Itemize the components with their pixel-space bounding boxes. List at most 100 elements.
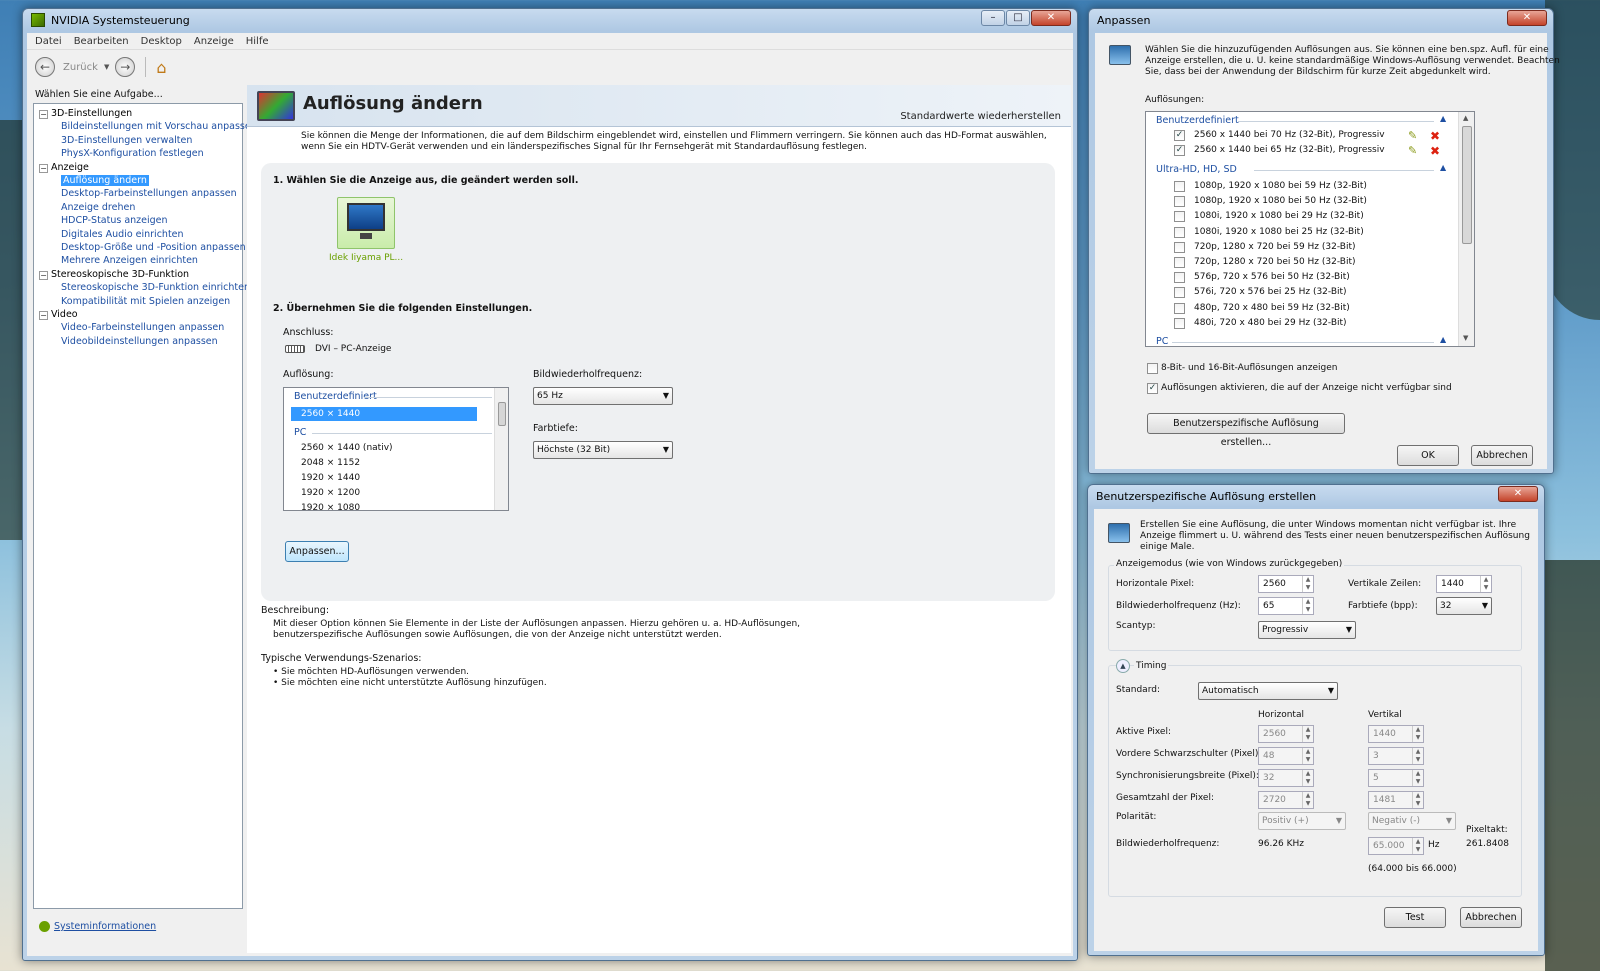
depth-select[interactable]: 32 ▼ — [1436, 597, 1492, 615]
tree-expander-icon[interactable]: − — [39, 270, 48, 280]
hpix-input[interactable]: 2560 ▲ ▼ — [1258, 575, 1314, 593]
refresh-select[interactable]: 65 Hz ▼ — [533, 387, 673, 405]
tree-task-link[interactable]: Auflösung ändern — [61, 175, 149, 186]
freq-v-input[interactable]: 65.000 ▲ ▼ — [1368, 837, 1424, 855]
spin-arrows-icon[interactable]: ▲ ▼ — [1412, 770, 1423, 786]
resolution-item-label[interactable]: 720p, 1280 x 720 bei 59 Hz (32-Bit) — [1194, 242, 1356, 252]
res-item[interactable]: 1920 × 1080 — [301, 503, 360, 510]
minimize-button[interactable]: – — [981, 10, 1005, 26]
spin-arrows-icon[interactable]: ▲ ▼ — [1302, 598, 1313, 614]
timing-collapse-icon[interactable]: ▲ — [1116, 659, 1130, 673]
spin-arrows-icon[interactable]: ▲ ▼ — [1302, 726, 1313, 742]
timing-vertical-input[interactable]: 1481 ▲ ▼ — [1368, 791, 1424, 809]
spin-arrows-icon[interactable]: ▲ ▼ — [1302, 748, 1313, 764]
res-item[interactable]: 2560 × 1440 (nativ) — [301, 443, 393, 453]
spin-arrows-icon[interactable]: ▲ ▼ — [1412, 838, 1423, 854]
resolution-item-label[interactable]: 1080i, 1920 x 1080 bei 29 Hz (32-Bit) — [1194, 211, 1364, 221]
tree-task-link[interactable]: Mehrere Anzeigen einrichten — [61, 255, 198, 266]
menu-bearbeiten[interactable]: Bearbeiten — [74, 36, 129, 47]
show-8bit-label[interactable]: 8-Bit- und 16-Bit-Auflösungen anzeigen — [1161, 363, 1337, 373]
res-item[interactable]: 1920 × 1440 — [301, 473, 360, 483]
close-button[interactable]: ✕ — [1498, 486, 1538, 502]
timing-horizontal-input[interactable]: 2720 ▲ ▼ — [1258, 791, 1314, 809]
checklist-scrollbar[interactable]: ▲ ▼ — [1458, 112, 1474, 346]
maximize-button[interactable]: □ — [1006, 10, 1030, 26]
tree-expander-icon[interactable]: − — [39, 163, 48, 173]
enable-unavailable-checkbox[interactable]: ✓ — [1147, 383, 1158, 394]
timing-vertical-input[interactable]: 5 ▲ ▼ — [1368, 769, 1424, 787]
resolution-list[interactable]: Benutzerdefiniert 2560 × 1440 PC 2560 × … — [283, 387, 509, 511]
scroll-down-icon[interactable]: ▼ — [1463, 334, 1468, 342]
spin-arrows-icon[interactable]: ▲ ▼ — [1302, 792, 1313, 808]
tree-category[interactable]: 3D-Einstellungen — [51, 108, 132, 119]
tree-category[interactable]: Stereoskopische 3D-Funktion — [51, 269, 189, 280]
delete-x-icon[interactable]: ✖ — [1430, 144, 1440, 158]
tree-task-link[interactable]: Video-Farbeinstellungen anpassen — [61, 322, 224, 333]
custom-titlebar[interactable]: Benutzerspezifische Auflösung erstellen … — [1088, 485, 1544, 507]
tree-task-link[interactable]: Stereoskopische 3D-Funktion einrichten — [61, 282, 250, 293]
enable-unavailable-label[interactable]: Auflösungen aktivieren, die auf der Anze… — [1161, 383, 1452, 393]
resolution-item-label[interactable]: 1080p, 1920 x 1080 bei 59 Hz (32-Bit) — [1194, 181, 1367, 191]
sysinfo-label[interactable]: Systeminformationen — [54, 921, 156, 932]
tree-category[interactable]: Video — [51, 309, 78, 320]
spin-arrows-icon[interactable]: ▲ ▼ — [1412, 726, 1423, 742]
resolution-item-label[interactable]: 576p, 720 x 576 bei 50 Hz (32-Bit) — [1194, 272, 1350, 282]
menu-hilfe[interactable]: Hilfe — [246, 36, 269, 47]
resolution-checkbox[interactable]: ✓ — [1174, 130, 1185, 141]
spin-arrows-icon[interactable]: ▲ ▼ — [1480, 576, 1491, 592]
close-button[interactable]: ✕ — [1031, 10, 1071, 26]
close-button[interactable]: ✕ — [1507, 10, 1547, 26]
res-item[interactable]: 1920 × 1200 — [301, 488, 360, 498]
restore-defaults-link[interactable]: Standardwerte wiederherstellen — [900, 111, 1061, 122]
tree-task-link[interactable]: 3D-Einstellungen verwalten — [61, 135, 192, 146]
back-dropdown-icon[interactable]: ▼ — [104, 63, 109, 71]
resolution-item-label[interactable]: 1080p, 1920 x 1080 bei 50 Hz (32-Bit) — [1194, 196, 1367, 206]
ok-button[interactable]: OK — [1397, 445, 1459, 466]
nvidia-titlebar[interactable]: NVIDIA Systemsteuerung – □ ✕ — [23, 9, 1077, 31]
collapse-icon[interactable]: ▲ — [1440, 114, 1446, 123]
collapse-icon[interactable]: ▲ — [1440, 163, 1446, 172]
resolution-checkbox[interactable] — [1174, 317, 1185, 329]
resolution-item-label[interactable]: 2560 x 1440 bei 70 Hz (32-Bit), Progress… — [1194, 130, 1385, 140]
show-8bit-checkbox[interactable] — [1147, 363, 1158, 374]
back-arrow-icon[interactable]: ← — [35, 57, 55, 77]
resolution-checkbox[interactable] — [1174, 211, 1185, 223]
back-label[interactable]: Zurück — [63, 62, 98, 73]
menu-desktop[interactable]: Desktop — [141, 36, 182, 47]
tree-task-link[interactable]: Desktop-Farbeinstellungen anpassen — [61, 188, 237, 199]
polarity-h-select[interactable]: Positiv (+) ▼ — [1258, 812, 1346, 830]
tree-task-link[interactable]: PhysX-Konfiguration festlegen — [61, 148, 204, 159]
tree-task-link[interactable]: Anzeige drehen — [61, 202, 135, 213]
timing-vertical-input[interactable]: 3 ▲ ▼ — [1368, 747, 1424, 765]
resolution-checkbox[interactable] — [1174, 257, 1185, 268]
display-name[interactable]: Idek Iiyama PL... — [329, 253, 403, 263]
create-custom-button[interactable]: Benutzerspezifische Auflösung erstellen.… — [1147, 413, 1345, 448]
resolution-item-label[interactable]: 576i, 720 x 576 bei 25 Hz (32-Bit) — [1194, 287, 1347, 297]
resolution-checklist[interactable]: Benutzerdefiniert ▲ ✓ 2560 x 1440 bei 70 … — [1145, 111, 1475, 347]
timing-horizontal-input[interactable]: 48 ▲ ▼ — [1258, 747, 1314, 765]
resolution-checkbox[interactable] — [1174, 241, 1185, 253]
tree-task-link[interactable]: Bildeinstellungen mit Vorschau anpassen — [61, 121, 257, 132]
resolution-checkbox[interactable] — [1174, 226, 1185, 238]
tree-category[interactable]: Anzeige — [51, 162, 89, 173]
display-tile[interactable] — [337, 197, 395, 249]
anpassen-titlebar[interactable]: Anpassen ✕ — [1089, 9, 1553, 31]
tree-task-link[interactable]: Kompatibilität mit Spielen anzeigen — [61, 296, 230, 307]
standard-select[interactable]: Automatisch ▼ — [1198, 682, 1338, 700]
resolution-item-label[interactable]: 1080i, 1920 x 1080 bei 25 Hz (32-Bit) — [1194, 227, 1364, 237]
res-item-selected[interactable]: 2560 × 1440 — [291, 407, 477, 421]
tree-expander-icon[interactable]: − — [39, 311, 48, 320]
home-icon[interactable]: ⌂ — [156, 58, 166, 77]
spin-arrows-icon[interactable]: ▲ ▼ — [1412, 792, 1423, 808]
tree-task-link[interactable]: Videobildeinstellungen anpassen — [61, 336, 218, 347]
tree-expander-icon[interactable]: − — [39, 110, 48, 119]
menu-datei[interactable]: Datei — [35, 36, 62, 47]
resolution-item-label[interactable]: 480i, 720 x 480 bei 29 Hz (32-Bit) — [1194, 318, 1347, 328]
resolution-checkbox[interactable] — [1174, 196, 1185, 208]
edit-pencil-icon[interactable]: ✎ — [1408, 144, 1417, 157]
resolution-list-scrollbar[interactable] — [494, 388, 508, 510]
refresh-input[interactable]: 65 ▲ ▼ — [1258, 597, 1314, 615]
resolution-checkbox[interactable] — [1174, 272, 1185, 284]
resolution-item-label[interactable]: 480p, 720 x 480 bei 59 Hz (32-Bit) — [1194, 303, 1350, 313]
res-item[interactable]: 2048 × 1152 — [301, 458, 360, 468]
